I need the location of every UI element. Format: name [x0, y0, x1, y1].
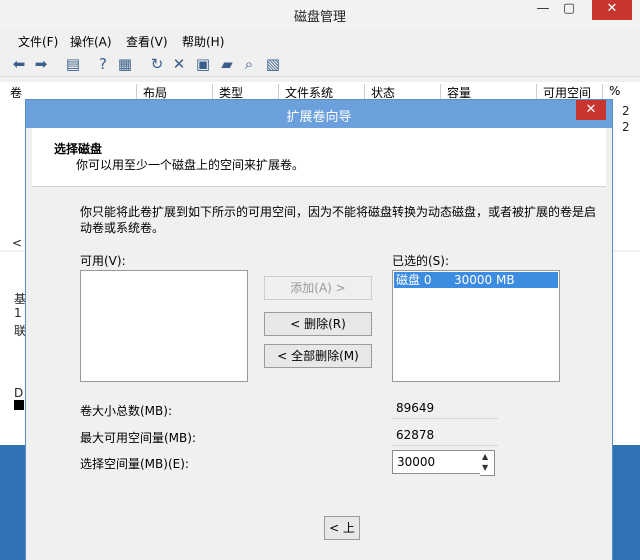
title-bar: 磁盘管理 — ▢ ✕: [0, 0, 640, 28]
maximize-button[interactable]: ▢: [556, 0, 582, 20]
row-fragment: 2: [622, 120, 630, 134]
total-size-value: 89649: [392, 398, 498, 419]
settings-icon[interactable]: ▧: [264, 55, 282, 73]
close-button[interactable]: ✕: [592, 0, 632, 20]
console-tree-icon[interactable]: ▤: [64, 55, 82, 73]
column-percent[interactable]: %: [602, 84, 620, 100]
quantity-stepper[interactable]: ▲ ▼: [480, 450, 495, 476]
refresh-icon[interactable]: ↻: [148, 55, 166, 73]
toolbar: ⬅ ➡ ▤ ? ▦ ↻ ✕ ▣ ▰ ⌕ ▧: [0, 52, 640, 77]
list-item[interactable]: 磁盘 0 30000 MB: [394, 272, 558, 288]
disk-size: 30000 MB: [454, 273, 515, 287]
column-volume[interactable]: 卷: [4, 84, 22, 100]
row-fragment: 2: [622, 104, 630, 118]
open-folder-icon[interactable]: ▰: [218, 55, 236, 73]
menu-file[interactable]: 文件(F): [18, 33, 58, 50]
column-free-space[interactable]: 可用空间: [536, 84, 591, 100]
spin-down-icon[interactable]: ▼: [482, 463, 488, 472]
column-capacity[interactable]: 容量: [440, 84, 471, 100]
menu-action[interactable]: 操作(A): [70, 33, 112, 50]
select-space-input[interactable]: 30000: [392, 450, 486, 474]
wizard-step-title: 选择磁盘: [54, 142, 103, 156]
dialog-title-bar: 扩展卷向导 ✕: [26, 100, 612, 128]
back-button[interactable]: < 上: [324, 516, 360, 540]
spin-up-icon[interactable]: ▲: [482, 452, 488, 461]
extend-volume-wizard: 扩展卷向导 ✕ 选择磁盘 你可以用至少一个磁盘上的空间来扩展卷。 你只能将此卷扩…: [26, 100, 612, 560]
menu-bar: 文件(F) 操作(A) 查看(V) 帮助(H): [0, 30, 640, 50]
disk-label-fragment: D: [14, 386, 24, 400]
remove-button[interactable]: < 删除(R): [264, 312, 372, 336]
forward-arrow-icon[interactable]: ➡: [32, 55, 50, 73]
max-space-label: 最大可用空间量(MB):: [80, 431, 196, 445]
help-icon[interactable]: ?: [94, 55, 112, 73]
disk-label-fragment: 基: [14, 292, 27, 306]
column-filesystem[interactable]: 文件系统: [278, 84, 333, 100]
scroll-left-arrow-icon[interactable]: <: [12, 236, 22, 250]
add-button[interactable]: 添加(A) >: [264, 276, 372, 300]
dialog-title: 扩展卷向导: [286, 110, 352, 125]
disk-label-fragment: 1: [14, 306, 22, 320]
total-size-label: 卷大小总数(MB):: [80, 404, 172, 418]
description-text: 你只能将此卷扩展到如下所示的可用空间，因为不能将磁盘转换为动态磁盘，或者被扩展的…: [80, 205, 597, 235]
properties-icon[interactable]: ▣: [194, 55, 212, 73]
back-arrow-icon[interactable]: ⬅: [10, 55, 28, 73]
unallocated-legend-swatch: [14, 400, 24, 410]
available-disks-list[interactable]: [80, 270, 248, 382]
column-layout[interactable]: 布局: [136, 84, 167, 100]
menu-help[interactable]: 帮助(H): [182, 33, 224, 50]
column-status[interactable]: 状态: [364, 84, 395, 100]
wizard-header: 选择磁盘 你可以用至少一个磁盘上的空间来扩展卷。: [32, 128, 606, 187]
selected-label: 已选的(S):: [392, 254, 450, 268]
list-view-icon[interactable]: ▦: [116, 55, 134, 73]
remove-all-button[interactable]: < 全部删除(M): [264, 344, 372, 368]
search-icon[interactable]: ⌕: [240, 55, 258, 73]
selected-disks-list[interactable]: 磁盘 0 30000 MB: [392, 270, 560, 382]
delete-icon[interactable]: ✕: [170, 55, 188, 73]
menu-view[interactable]: 查看(V): [126, 33, 168, 50]
max-space-value: 62878: [392, 425, 498, 446]
available-label: 可用(V):: [80, 254, 126, 268]
minimize-button[interactable]: —: [530, 0, 556, 20]
column-type[interactable]: 类型: [212, 84, 243, 100]
dialog-close-button[interactable]: ✕: [576, 100, 606, 120]
select-space-label: 选择空间量(MB)(E):: [80, 457, 189, 471]
disk-label-fragment: 联: [14, 324, 27, 338]
wizard-step-subtitle: 你可以用至少一个磁盘上的空间来扩展卷。: [76, 158, 305, 172]
volume-list-header: 卷 布局 类型 文件系统 状态 容量 可用空间 %: [0, 82, 640, 101]
disk-name: 磁盘 0: [396, 273, 432, 287]
